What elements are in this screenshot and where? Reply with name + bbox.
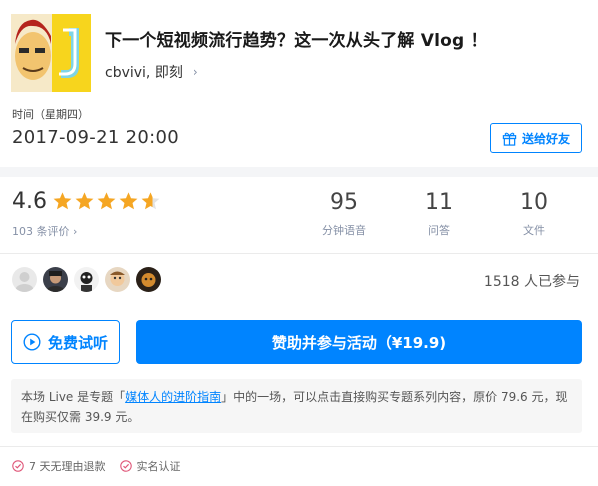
- notice-text-before: 本场 Live 是专题「: [21, 390, 126, 404]
- check-circle-icon: [12, 460, 24, 472]
- avatar: [105, 267, 130, 292]
- stat-files: 10 文件: [494, 190, 574, 238]
- star-icon: [141, 192, 160, 210]
- refund-label: 7 天无理由退款: [29, 460, 106, 473]
- verified-label: 实名认证: [136, 460, 181, 473]
- live-title: 下一个短视频流行趋势？这一次从头了解 Vlog ！: [105, 31, 488, 51]
- time-label: 时间（星期四）: [12, 108, 89, 121]
- live-header: 下一个短视频流行趋势？这一次从头了解 Vlog ！ cbvivi, 即刻 ›: [0, 0, 598, 98]
- free-preview-button[interactable]: 免费试听: [11, 320, 120, 364]
- avatar: [12, 267, 37, 292]
- star-icon: [119, 192, 138, 210]
- play-circle-icon: [23, 333, 41, 351]
- stat-audio-minutes: 95 分钟语音: [304, 190, 384, 238]
- live-cover-image: [11, 14, 91, 92]
- gift-to-friend-button[interactable]: 送给好友: [490, 123, 582, 153]
- stat-value: 10: [520, 190, 548, 215]
- verified-identity: 实名认证: [119, 458, 181, 474]
- participant-avatars[interactable]: [12, 267, 161, 292]
- divider: [0, 446, 598, 447]
- chevron-right-icon: ›: [192, 65, 198, 79]
- stat-value: 95: [330, 190, 358, 215]
- free-preview-label: 免费试听: [47, 333, 108, 352]
- series-notice: 本场 Live 是专题「媒体人的进阶指南」中的一场，可以点击直接购买专题系列内容…: [11, 379, 582, 433]
- stat-qa: 11 问答: [399, 190, 479, 238]
- avatar: [43, 267, 68, 292]
- guarantee-footer: 7 天无理由退款 实名认证: [12, 458, 181, 474]
- stat-value: 11: [425, 190, 453, 215]
- stat-label: 问答: [428, 224, 450, 237]
- author-name: cbvivi, 即刻: [105, 65, 183, 81]
- series-link[interactable]: 媒体人的进阶指南: [125, 390, 221, 404]
- sponsor-join-button[interactable]: 赞助并参与活动（¥19.9): [136, 320, 582, 364]
- author-link[interactable]: cbvivi, 即刻 ›: [105, 62, 198, 82]
- gift-icon: [502, 132, 517, 146]
- star-icon: [75, 192, 94, 210]
- star-icon: [97, 192, 116, 210]
- stat-label: 文件: [523, 224, 545, 237]
- gift-button-label: 送给好友: [521, 131, 570, 146]
- divider: [0, 253, 598, 254]
- rating-score: 4.6: [12, 189, 47, 214]
- check-circle-icon: [119, 460, 132, 472]
- refund-guarantee: 7 天无理由退款: [12, 458, 106, 474]
- time-value: 2017-09-21 20:00: [12, 127, 180, 148]
- review-count-link[interactable]: 103 条评价 ›: [12, 223, 77, 239]
- participant-count: 1518 人已参与: [483, 274, 580, 290]
- section-divider: [0, 167, 598, 177]
- avatar: [74, 267, 99, 292]
- star-icon: [53, 192, 72, 210]
- spacer: [0, 301, 598, 309]
- stat-label: 分钟语音: [322, 224, 366, 237]
- avatar: [136, 267, 161, 292]
- rating-stars: [52, 191, 161, 212]
